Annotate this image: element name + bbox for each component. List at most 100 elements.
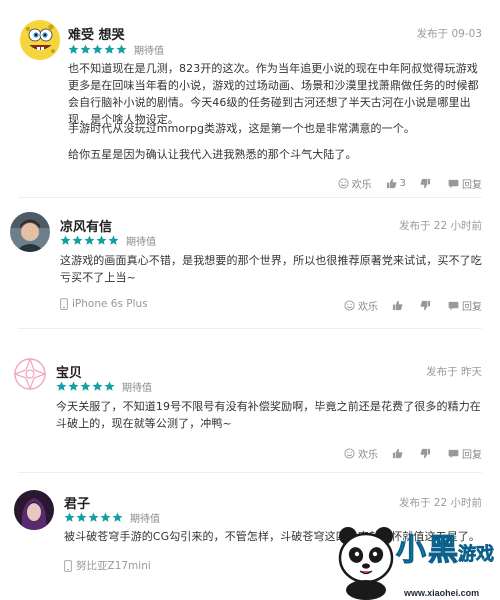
star-icon xyxy=(84,235,95,245)
rating: 期待值 xyxy=(60,233,156,248)
review-actions: 欢乐 3 回复 xyxy=(324,176,482,191)
post-time: 发布于 昨天 xyxy=(426,366,482,378)
reply-label: 回复 xyxy=(462,450,482,461)
star-icon xyxy=(92,381,103,391)
reply-label: 回复 xyxy=(462,180,482,191)
review-text: 手游时代从没玩过mmorpg类游戏，这是第一个也是非常满意的一个。 xyxy=(68,122,415,135)
logo-char-youxi: 游戏 xyxy=(458,543,494,564)
star-icon xyxy=(100,512,111,522)
review-card: 难受 想哭 发布于 09-03 期待值 也不知道现在是几测，823开的这次。作为… xyxy=(0,0,500,198)
fun-label: 欢乐 xyxy=(351,180,372,191)
thumbs-down-icon xyxy=(420,300,431,311)
downvote-button[interactable] xyxy=(420,300,434,311)
rating-label: 期待值 xyxy=(122,383,152,394)
fun-label: 欢乐 xyxy=(358,450,378,461)
downvote-button[interactable] xyxy=(420,448,434,459)
fun-button[interactable]: 欢乐 xyxy=(344,446,378,461)
smiley-icon xyxy=(338,178,349,189)
rating: 期待值 xyxy=(68,42,164,57)
rating-label: 期待值 xyxy=(126,237,156,248)
star-icon xyxy=(116,44,127,54)
review-text: 给你五星是因为确认让我代入进我熟悉的那个斗气大陆了。 xyxy=(68,148,357,161)
star-icon xyxy=(56,381,67,391)
thumbs-down-icon xyxy=(420,448,431,459)
review-text: 今天关服了，不知道19号不限号有没有补偿奖励啊，毕竟之前还是花费了很多的精力在斗… xyxy=(56,400,481,430)
review-card: 宝贝 发布于 昨天 期待值 今天关服了，不知道19号不限号有没有补偿奖励啊，毕竟… xyxy=(0,338,500,476)
portrait-avatar-icon xyxy=(14,490,54,530)
star-icon xyxy=(88,512,99,522)
upvote-count: 3 xyxy=(399,178,406,189)
star-icon xyxy=(68,381,79,391)
thumbs-up-icon xyxy=(392,300,403,311)
star-icon xyxy=(80,381,91,391)
star-icon xyxy=(92,44,103,54)
reply-button[interactable]: 回复 xyxy=(448,446,482,461)
star-icon xyxy=(104,381,115,391)
phone-icon xyxy=(64,559,72,572)
rating-label: 期待值 xyxy=(134,46,164,57)
avatar[interactable] xyxy=(10,354,50,394)
star-rating xyxy=(60,235,120,246)
avatar[interactable] xyxy=(14,490,54,530)
downvote-button[interactable] xyxy=(420,178,434,189)
panda-logo-icon: 小 黑 游戏 www.xiaohei.com xyxy=(338,527,494,600)
fun-button[interactable]: 欢乐 xyxy=(344,298,378,313)
logo-char-hei: 黑 xyxy=(428,534,458,567)
star-rating xyxy=(68,44,128,55)
thumbs-up-icon xyxy=(386,178,397,189)
post-time: 发布于 09-03 xyxy=(416,28,482,40)
device-info: iPhone 6s Plus xyxy=(60,298,148,310)
upvote-button[interactable]: 3 xyxy=(386,178,406,189)
logo-url: www.xiaohei.com xyxy=(403,588,479,598)
star-icon xyxy=(76,512,87,522)
star-rating xyxy=(64,512,124,523)
star-icon xyxy=(60,235,71,245)
review-actions: 欢乐 回复 xyxy=(330,446,482,461)
divider xyxy=(18,328,482,329)
star-icon xyxy=(68,44,79,54)
portrait-avatar-icon xyxy=(10,212,50,252)
star-icon xyxy=(104,44,115,54)
star-icon xyxy=(108,235,119,245)
fun-label: 欢乐 xyxy=(358,302,378,313)
rating: 期待值 xyxy=(56,379,152,394)
phone-icon xyxy=(60,298,68,310)
comment-icon xyxy=(448,449,459,459)
star-rating xyxy=(56,381,116,392)
avatar[interactable] xyxy=(10,212,50,252)
watermark-logo: 小 黑 游戏 www.xiaohei.com xyxy=(336,522,500,600)
comment-icon xyxy=(448,301,459,311)
star-icon xyxy=(72,235,83,245)
smiley-icon xyxy=(344,300,355,311)
reviewer-name[interactable]: 难受 想哭 xyxy=(68,24,125,43)
thumbs-up-icon xyxy=(392,448,403,459)
rating-label: 期待值 xyxy=(130,514,160,525)
ornament-avatar-icon xyxy=(13,357,47,391)
review-text: 这游戏的画面真心不错，是我想要的那个世界，所以也很推荐原著党来试试，买不了吃亏买… xyxy=(60,254,482,284)
star-icon xyxy=(112,512,123,522)
comment-icon xyxy=(448,179,459,189)
device-name: iPhone 6s Plus xyxy=(72,298,148,310)
star-icon xyxy=(96,235,107,245)
device-name: 努比亚Z17mini xyxy=(76,560,151,572)
upvote-button[interactable] xyxy=(392,448,406,459)
rating: 期待值 xyxy=(64,510,160,525)
smiley-icon xyxy=(344,448,355,459)
device-info: 努比亚Z17mini xyxy=(64,558,151,573)
reply-button[interactable]: 回复 xyxy=(448,298,482,313)
star-icon xyxy=(64,512,75,522)
upvote-button[interactable] xyxy=(392,300,406,311)
review-actions: 欢乐 回复 xyxy=(330,298,482,313)
reply-button[interactable]: 回复 xyxy=(448,176,482,191)
avatar[interactable] xyxy=(20,20,60,60)
post-time: 发布于 22 小时前 xyxy=(398,497,482,509)
fun-button[interactable]: 欢乐 xyxy=(338,176,372,191)
review-text: 也不知道现在是几测，823开的这次。作为当年追更小说的现在中年阿叔觉得玩游戏更多… xyxy=(68,62,479,126)
thumbs-down-icon xyxy=(420,178,431,189)
review-card: 凉风有信 发布于 22 小时前 期待值 这游戏的画面真心不错，是我想要的那个世界… xyxy=(0,198,500,338)
logo-char-xiao: 小 xyxy=(396,534,426,567)
star-icon xyxy=(80,44,91,54)
reply-label: 回复 xyxy=(462,302,482,313)
spongebob-avatar-icon xyxy=(20,20,60,60)
post-time: 发布于 22 小时前 xyxy=(398,220,482,232)
